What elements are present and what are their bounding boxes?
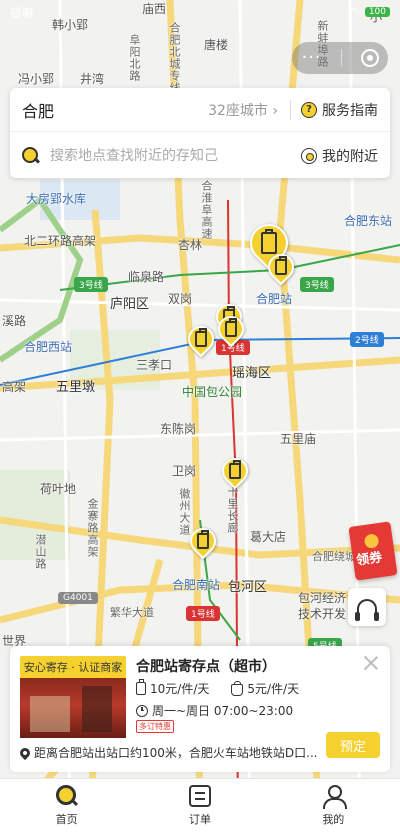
locate-icon: [301, 148, 317, 164]
miniprogram-capsule: ···: [292, 42, 388, 74]
luggage-icon: [229, 460, 241, 479]
luggage-icon: [197, 530, 209, 549]
map-label: 潜山路: [34, 534, 47, 570]
search-input[interactable]: [50, 148, 301, 164]
map-label: 葛大店: [250, 530, 287, 544]
luggage-icon: [136, 679, 146, 695]
wifi-icon: ◠: [348, 5, 359, 19]
storage-pin[interactable]: [216, 452, 254, 492]
map-label: 高架: [2, 380, 27, 394]
store-name: 合肥站寄存点（超市）: [136, 659, 276, 675]
order-icon: [188, 784, 211, 807]
map-label: 庐阳区: [110, 297, 150, 312]
map-label: 瑶海区: [232, 366, 272, 381]
tab-home[interactable]: 首页: [0, 779, 133, 832]
certified-tag: 安心寄存 · 认证商家: [20, 656, 126, 678]
location-pin-icon: [20, 745, 33, 760]
store-photo[interactable]: [20, 678, 126, 738]
map-label: 荷叶地: [40, 482, 77, 496]
promo-tag: 多订特惠: [136, 720, 174, 733]
map-label: 临泉路: [128, 270, 165, 284]
store-card[interactable]: 安心寄存 · 认证商家 合肥站寄存点（超市） 10元/件/天 5元/件/天 周一…: [10, 646, 390, 772]
city-count-link[interactable]: 32座城市 ›: [208, 100, 278, 120]
close-icon[interactable]: [362, 654, 380, 672]
map-label: 双岗: [168, 292, 193, 306]
status-bar: 锁嘛 ◠ 100: [0, 0, 400, 24]
search-home-icon: [55, 784, 78, 807]
map-label: 五里墩: [56, 380, 96, 395]
map-label: 繁华大道: [110, 606, 154, 619]
storage-pin[interactable]: [184, 522, 222, 562]
price-luggage: 10元/件/天: [136, 679, 209, 697]
map-label: 合肥南站: [172, 578, 221, 592]
search-card: 合肥 32座城市 › ? 服务指南 我的附近: [10, 88, 390, 178]
luggage-icon: [261, 229, 277, 254]
map-label: 五里庙: [280, 432, 317, 446]
current-city[interactable]: 合肥: [22, 98, 208, 122]
more-dots-icon[interactable]: ···: [301, 49, 321, 67]
search-icon: [22, 147, 40, 165]
map-label: 卫岗: [172, 464, 197, 478]
map-label: 唐楼: [204, 38, 229, 52]
map-label: 包河区: [228, 580, 268, 595]
clock-icon: [136, 704, 148, 717]
coupon-button[interactable]: 领券: [348, 520, 400, 581]
map-label: 东陈岗: [160, 422, 197, 436]
map-label: 合肥绕城: [312, 550, 356, 563]
book-button[interactable]: 预定: [326, 732, 380, 758]
map-label: 井湾: [80, 72, 105, 86]
map-label: 合肥东站: [344, 214, 393, 228]
map-label: 杏林: [178, 238, 203, 252]
metro-line-badge: 3号线: [74, 277, 108, 292]
map-label: 包河经济技术开发: [298, 591, 347, 621]
tab-orders[interactable]: 订单: [133, 779, 266, 832]
metro-line-badge: 2号线: [350, 332, 384, 347]
map-label: 三孝口: [136, 358, 173, 372]
bag-icon: [231, 680, 244, 696]
service-guide-button[interactable]: ? 服务指南: [301, 100, 378, 120]
tab-bar: 首页 订单 我的: [0, 778, 400, 832]
status-carrier: 锁嘛: [10, 5, 35, 20]
map-label: 北二环路高架: [24, 234, 97, 248]
map-label: 十里长廊: [226, 486, 239, 534]
tab-me[interactable]: 我的: [267, 779, 400, 832]
map-label: 金寨路高架: [86, 498, 99, 558]
price-bag: 5元/件/天: [231, 680, 299, 697]
business-hours: 周一~周日 07:00~23:00: [136, 702, 293, 719]
luggage-icon: [275, 256, 287, 275]
customer-service-button[interactable]: [348, 588, 386, 626]
headset-icon: [355, 599, 379, 621]
map-label: 中国包公园: [182, 385, 243, 399]
question-icon: ?: [301, 101, 317, 118]
user-icon: [322, 784, 348, 809]
store-address: 距离合肥站出站口约100米，合肥火车站地铁站D口...: [20, 744, 320, 761]
storage-pin[interactable]: [262, 248, 300, 288]
map-label: 大房郢水库: [26, 192, 87, 206]
storage-pin[interactable]: [182, 320, 220, 360]
map-label: 合肥北城专线: [168, 22, 181, 94]
map-label: 合肥西站: [24, 340, 73, 354]
luggage-icon: [195, 328, 207, 347]
map-label: 溪路: [2, 314, 27, 328]
metro-line-badge: 1号线: [186, 606, 220, 621]
battery-icon: 100: [364, 7, 390, 17]
metro-line-badge: 3号线: [300, 277, 334, 292]
nearby-button[interactable]: 我的附近: [301, 146, 378, 166]
map-label: 合淮阜高速: [200, 180, 213, 240]
close-miniprogram-icon[interactable]: [360, 49, 379, 67]
luggage-icon: [225, 318, 237, 337]
storage-pin[interactable]: [212, 310, 250, 350]
map-label: 合肥站: [256, 292, 293, 306]
highway-badge: G4001: [58, 592, 98, 604]
map-label: 冯小郢: [18, 72, 55, 86]
map-label: 阜阳北路: [128, 34, 141, 82]
